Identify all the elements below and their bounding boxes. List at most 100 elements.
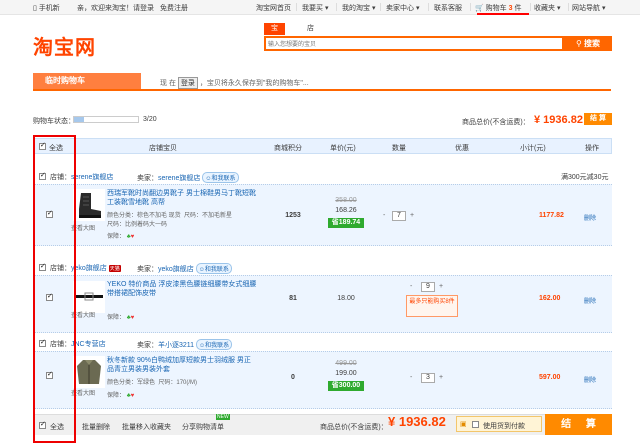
- top-bar: ▯ 手机新 亲，欢迎来淘宝！请登录 免费注册 淘宝网首页 我要买 ▾ 我的淘宝 …: [0, 0, 640, 15]
- item-savings: 省300.00: [328, 381, 364, 391]
- seller-center-menu[interactable]: 卖家中心 ▾: [386, 3, 419, 13]
- cart-item-row: 查看大图 西瑞军靴时尚翻边男靴子 男士棉鞋男马丁靴短靴工装靴雪地靴 高帮 颜色分…: [33, 184, 612, 246]
- welcome-text[interactable]: 亲，欢迎来淘宝！请登录: [77, 3, 154, 13]
- search-input[interactable]: [268, 39, 548, 50]
- batch-favorite-link[interactable]: 批量移入收藏夹: [122, 422, 171, 432]
- shop-promo: 满300元减30元: [561, 174, 609, 181]
- delete-item-link[interactable]: 删除: [584, 375, 596, 384]
- seller-link[interactable]: 羊小逐3211: [158, 342, 194, 349]
- cart-highlight-underline: [477, 13, 529, 15]
- qty-decrease-button[interactable]: -: [383, 212, 385, 219]
- item-price: 168.26: [335, 207, 357, 214]
- col-item: 店铺宝贝: [149, 145, 177, 152]
- item-original-price: 358.00: [335, 197, 357, 204]
- qty-input[interactable]: 3: [421, 373, 435, 383]
- item-subtotal: 597.00: [539, 374, 561, 381]
- checkout-button-top[interactable]: 结 算: [584, 113, 612, 125]
- seller-link[interactable]: yeko旗舰店: [158, 266, 194, 273]
- item-title-link[interactable]: 西瑞军靴时尚翻边男靴子 男士棉鞋男马丁靴短靴工装靴雪地靴 高帮: [107, 189, 257, 207]
- cart-capacity-fill: [74, 117, 84, 122]
- item-subtotal: 162.00: [539, 295, 561, 302]
- buy-menu[interactable]: 我要买 ▾: [302, 3, 328, 13]
- new-badge: NEW: [216, 414, 230, 420]
- col-points: 商城积分: [274, 145, 302, 152]
- shop-link[interactable]: serene旗舰店: [71, 174, 113, 181]
- divider: [568, 3, 569, 11]
- cart-status-label: 购物车状态：: [33, 118, 75, 125]
- cart-table-header: 全选 店铺宝贝 商城积分 单价(元) 数量 优惠 小计(元) 操作: [33, 138, 612, 154]
- total-price-top: ¥ 1936.82: [534, 114, 583, 126]
- item-points: 0: [291, 374, 295, 381]
- col-quantity: 数量: [392, 145, 406, 152]
- divider: [296, 3, 297, 11]
- col-subtotal: 小计(元): [520, 145, 546, 152]
- item-price: 18.00: [337, 295, 355, 302]
- qty-input[interactable]: 7: [392, 211, 406, 221]
- login-button[interactable]: 登录: [177, 77, 198, 89]
- cod-icon: ▣: [460, 421, 467, 428]
- shop-row: 店铺：JNC专营店 卖家：羊小逐3211 ☺和我联系: [33, 337, 612, 351]
- guarantee-icon: ♥: [130, 234, 135, 240]
- my-taobao-menu[interactable]: 我的淘宝 ▾: [342, 3, 375, 13]
- belt-thumbnail[interactable]: [73, 281, 105, 313]
- qty-decrease-button[interactable]: -: [410, 374, 412, 381]
- item-title-link[interactable]: 秋冬新款 90%白鸭绒加厚短款男士羽绒服 男正品青立男装男装外套: [107, 356, 257, 374]
- divider: [470, 3, 471, 11]
- contact-seller-button[interactable]: ☺和我联系: [196, 339, 233, 350]
- item-price: 199.00: [335, 370, 357, 377]
- contact-seller-button[interactable]: ☺和我联系: [195, 263, 232, 274]
- qty-input[interactable]: 9: [421, 282, 435, 292]
- cart-item-row: 查看大图 YEKO 特价商品 浮皮漆黑色腰链细腰带女式细腰带搭裙配饰皮带 保障：…: [33, 275, 612, 333]
- site-nav-menu[interactable]: 网站导航 ▾: [572, 3, 605, 13]
- divider: [530, 3, 531, 11]
- cod-checkbox[interactable]: [472, 421, 479, 428]
- service-link[interactable]: 联系客服: [434, 3, 462, 13]
- col-action: 操作: [585, 145, 599, 152]
- shop-link[interactable]: JNC专营店: [71, 341, 106, 348]
- search-box: [264, 36, 564, 51]
- favorites-menu[interactable]: 收藏夹 ▾: [534, 3, 560, 13]
- delete-item-link[interactable]: 删除: [584, 296, 596, 305]
- cart-capacity-bar: [73, 116, 139, 123]
- delete-item-link[interactable]: 删除: [584, 213, 596, 222]
- login-tip: 现 在 登录 ，宝贝将永久保存到"我的购物车"...: [160, 77, 309, 89]
- search-icon: ⚲: [575, 39, 582, 48]
- divider: [428, 3, 429, 11]
- cart-link[interactable]: 🛒 购物车 3 件: [475, 3, 521, 13]
- item-title-link[interactable]: YEKO 特价商品 浮皮漆黑色腰链细腰带女式细腰带搭裙配饰皮带: [107, 280, 257, 298]
- tab-item[interactable]: 宝贝: [264, 23, 285, 44]
- qty-increase-button[interactable]: +: [410, 212, 414, 219]
- seller-link[interactable]: serene旗舰店: [158, 175, 200, 182]
- taobao-logo[interactable]: 淘宝网: [33, 31, 96, 60]
- total-label-top: 商品总价(不含运费)：: [462, 119, 530, 126]
- checkout-button-bottom[interactable]: 结 算: [545, 414, 612, 435]
- cod-option[interactable]: ▣ 使用货到付款: [456, 416, 542, 432]
- tmall-badge: 天猫: [108, 265, 121, 272]
- qty-increase-button[interactable]: +: [439, 374, 443, 381]
- search-button[interactable]: ⚲ 搜索: [564, 36, 612, 51]
- shop-row: 店铺：yeko旗舰店 天猫 卖家：yeko旗舰店 ☺和我联系: [33, 261, 612, 275]
- item-original-price: 499.00: [335, 360, 357, 367]
- guarantee-icon: ♥: [130, 315, 135, 321]
- qty-increase-button[interactable]: +: [439, 283, 443, 290]
- cart-capacity-count: 3/20: [143, 116, 157, 123]
- jacket-thumbnail[interactable]: [73, 356, 105, 388]
- shop-link[interactable]: yeko旗舰店: [71, 265, 107, 272]
- item-points: 81: [289, 295, 297, 302]
- home-link[interactable]: 淘宝网首页: [256, 3, 291, 13]
- total-price-bottom: ¥ 1936.82: [388, 414, 446, 429]
- divider: [380, 3, 381, 11]
- boot-thumbnail[interactable]: [73, 189, 105, 221]
- contact-seller-button[interactable]: ☺和我联系: [202, 172, 239, 183]
- mobile-link[interactable]: ▯ 手机新: [33, 3, 60, 13]
- col-discount: 优惠: [455, 145, 469, 152]
- item-subtotal: 1177.82: [539, 212, 564, 219]
- phone-icon: ▯: [33, 5, 37, 12]
- shop-row: 店铺：serene旗舰店 卖家：serene旗舰店 ☺和我联系 满300元减30…: [33, 170, 612, 184]
- register-link[interactable]: 免费注册: [160, 3, 188, 13]
- qty-decrease-button[interactable]: -: [410, 283, 412, 290]
- share-list-link[interactable]: 分享购物清单 NEW: [182, 414, 230, 432]
- total-label-bottom: 商品总价(不含运费)：: [320, 424, 388, 431]
- batch-delete-link[interactable]: 批量删除: [82, 422, 110, 432]
- tab-shop[interactable]: 店铺: [300, 23, 321, 44]
